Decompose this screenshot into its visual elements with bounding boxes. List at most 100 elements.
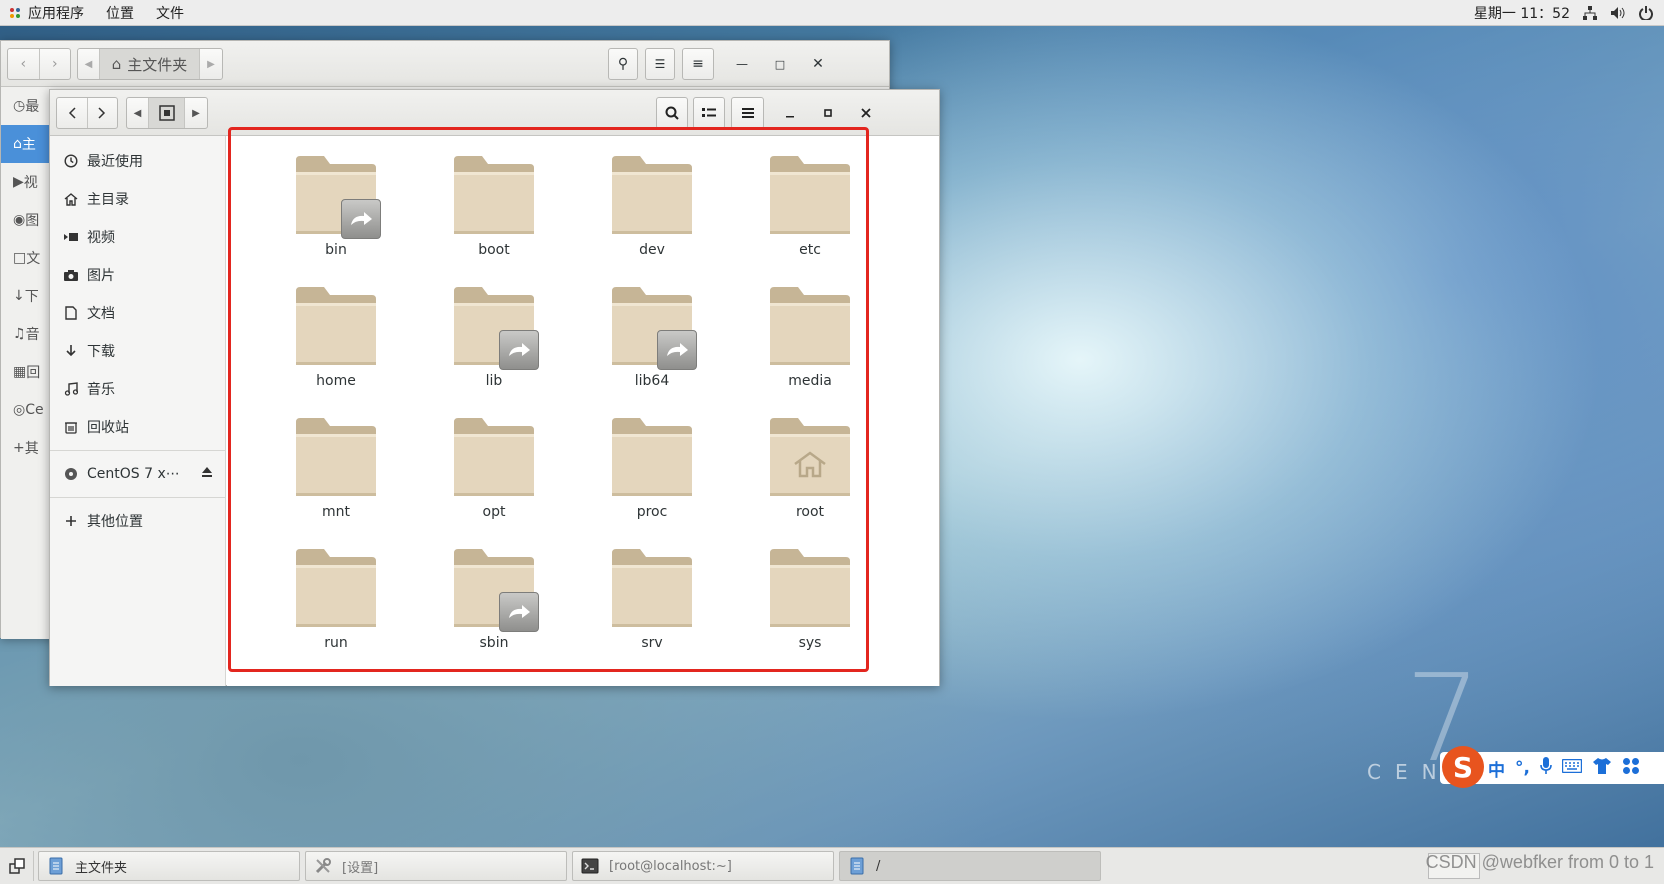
back-sidebar-item[interactable]: + 其 xyxy=(1,429,49,467)
taskbar-item-settings[interactable]: [设置] xyxy=(305,851,567,881)
folder-name: srv xyxy=(641,635,663,651)
back-sidebar-item[interactable]: ◎ Ce xyxy=(1,391,49,429)
folder-item[interactable]: mnt xyxy=(257,416,415,547)
back-search-button[interactable]: ⚲ xyxy=(608,48,638,80)
path-scroll-right[interactable]: ▶ xyxy=(185,98,207,128)
disc-icon xyxy=(63,466,79,482)
terminal-icon xyxy=(581,857,599,875)
top-bar: 应用程序 位置 文件 星期一 11：52 xyxy=(0,0,1664,26)
folder-item[interactable]: srv xyxy=(573,547,731,678)
mic-icon[interactable] xyxy=(1540,757,1552,779)
sidebar-item-music[interactable]: 音乐 xyxy=(50,370,225,408)
path-scroll-left[interactable]: ◀ xyxy=(127,98,149,128)
symlink-arrow-icon xyxy=(657,330,697,370)
power-icon[interactable] xyxy=(1638,5,1654,21)
back-sidebar: ◷ 最 ⌂ 主 ▶ 视 ◉ 图 □ 文 ↓ 下 ♫ 音 ▦ 回 ◎ Ce + 其 xyxy=(1,87,49,639)
sidebar-item-device[interactable]: CentOS 7 x⋯ xyxy=(50,455,225,493)
back-sidebar-item[interactable]: ◷ 最 xyxy=(1,87,49,125)
folder-name: etc xyxy=(799,242,821,258)
back-button[interactable] xyxy=(57,98,88,128)
minimize-button[interactable] xyxy=(776,97,804,129)
folder-name: mnt xyxy=(322,504,350,520)
back-sidebar-item[interactable]: □ 文 xyxy=(1,239,49,277)
sidebar-item-videos[interactable]: 视频 xyxy=(50,218,225,256)
folder-item[interactable]: root xyxy=(731,416,889,547)
back-sidebar-item-selected[interactable]: ⌂ 主 xyxy=(1,125,49,163)
show-desktop-icon xyxy=(8,858,25,874)
view-toggle-button[interactable] xyxy=(693,97,725,129)
forward-button[interactable] xyxy=(88,98,118,128)
back-menu-button[interactable]: ≡ xyxy=(682,48,714,80)
back-forward-button[interactable]: › xyxy=(40,49,71,79)
volume-icon[interactable] xyxy=(1610,5,1626,21)
menu-places[interactable]: 位置 xyxy=(106,3,134,23)
eject-icon[interactable] xyxy=(201,466,213,482)
list-view-icon xyxy=(702,108,716,117)
back-sidebar-item[interactable]: ↓ 下 xyxy=(1,277,49,315)
sidebar-item-pictures[interactable]: 图片 xyxy=(50,256,225,294)
folder-icon xyxy=(452,547,539,632)
close-icon xyxy=(861,108,871,118)
ime-chinese-toggle[interactable]: 中 xyxy=(1488,756,1505,781)
folder-item[interactable]: lib xyxy=(415,285,573,416)
back-sidebar-item[interactable]: ▦ 回 xyxy=(1,353,49,391)
menu-icon: ≡ xyxy=(692,56,704,72)
taskbar-item-home-folder[interactable]: 主文件夹 xyxy=(38,851,300,881)
applications-menu[interactable]: 应用程序 xyxy=(0,3,106,23)
sogou-logo-icon[interactable]: S xyxy=(1442,746,1484,788)
back-sidebar-item[interactable]: ◉ 图 xyxy=(1,201,49,239)
folder-icon xyxy=(452,285,539,370)
folder-item[interactable]: dev xyxy=(573,154,731,285)
maximize-button[interactable] xyxy=(814,97,842,129)
network-icon[interactable] xyxy=(1582,5,1598,21)
keyboard-icon[interactable] xyxy=(1561,758,1583,777)
folder-item[interactable]: lib64 xyxy=(573,285,731,416)
folder-item[interactable]: sbin xyxy=(415,547,573,678)
grid-icon[interactable] xyxy=(1622,757,1640,779)
taskbar-item-root-folder[interactable]: / xyxy=(839,851,1101,881)
sidebar-item-home[interactable]: 主目录 xyxy=(50,180,225,218)
folder-icon xyxy=(610,547,694,629)
folder-item[interactable]: opt xyxy=(415,416,573,547)
close-button[interactable] xyxy=(852,97,880,129)
back-minimize-button[interactable]: — xyxy=(729,48,755,80)
folder-item[interactable]: media xyxy=(731,285,889,416)
back-close-button[interactable]: ✕ xyxy=(805,48,831,80)
sidebar-item-other-locations[interactable]: 其他位置 xyxy=(50,502,225,540)
back-sidebar-item[interactable]: ▶ 视 xyxy=(1,163,49,201)
ime-punctuation-toggle[interactable]: °, xyxy=(1515,758,1530,778)
folder-item[interactable]: etc xyxy=(731,154,889,285)
download-icon xyxy=(63,343,79,359)
search-icon: ⚲ xyxy=(617,56,629,72)
menu-applications[interactable]: 应用程序 xyxy=(28,3,84,23)
folder-item[interactable]: sys xyxy=(731,547,889,678)
sidebar-item-trash[interactable]: 回收站 xyxy=(50,408,225,446)
sidebar-separator xyxy=(50,497,225,498)
folder-item[interactable]: run xyxy=(257,547,415,678)
sidebar-item-documents[interactable]: 文档 xyxy=(50,294,225,332)
folder-item[interactable]: bin xyxy=(257,154,415,285)
shirt-icon[interactable] xyxy=(1592,757,1612,779)
folder-item[interactable]: home xyxy=(257,285,415,416)
back-path-left[interactable]: ◀ xyxy=(78,49,100,79)
folder-name: boot xyxy=(478,242,510,258)
back-back-button[interactable]: ‹ xyxy=(8,49,40,79)
menu-button[interactable] xyxy=(731,97,764,129)
show-desktop-button[interactable] xyxy=(0,851,34,881)
menu-file[interactable]: 文件 xyxy=(156,3,184,23)
clock[interactable]: 星期一 11：52 xyxy=(1474,3,1570,23)
path-root-button[interactable] xyxy=(149,98,185,128)
back-nav-buttons: ‹ › xyxy=(7,48,71,80)
back-maximize-button[interactable]: □ xyxy=(767,48,793,80)
back-sidebar-item[interactable]: ♫ 音 xyxy=(1,315,49,353)
back-view-button[interactable]: ☰ xyxy=(645,48,675,80)
search-button[interactable] xyxy=(656,97,688,129)
sidebar-item-recent[interactable]: 最近使用 xyxy=(50,142,225,180)
folder-item[interactable]: proc xyxy=(573,416,731,547)
folder-item[interactable]: boot xyxy=(415,154,573,285)
taskbar-item-terminal[interactable]: [root@localhost:~] xyxy=(572,851,834,881)
sidebar-item-downloads[interactable]: 下载 xyxy=(50,332,225,370)
back-path-right[interactable]: ▶ xyxy=(200,49,222,79)
folder-name: home xyxy=(316,373,356,389)
back-path-home[interactable]: ⌂ 主文件夹 xyxy=(100,49,200,79)
